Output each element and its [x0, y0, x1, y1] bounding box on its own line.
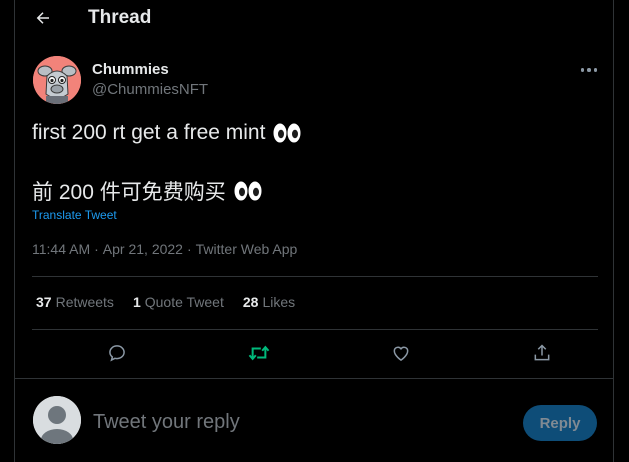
tweet-date[interactable]: Apr 21, 2022 — [103, 241, 183, 257]
page-title: Thread — [88, 7, 152, 28]
reply-input[interactable] — [93, 407, 513, 437]
more-dot — [587, 68, 591, 72]
tweet-text-line-2: 前 200 件可免费购买 — [32, 176, 262, 206]
back-arrow-icon — [36, 12, 49, 24]
share-icon — [534, 344, 550, 361]
user-avatar[interactable] — [33, 396, 81, 444]
separator: · — [186, 241, 192, 257]
chummies-avatar-art — [33, 56, 81, 104]
quote-tweets-stat[interactable]: 1 Quote Tweet — [133, 294, 224, 310]
default-avatar-icon — [33, 396, 81, 444]
likes-stat[interactable]: 28 Likes — [243, 294, 295, 310]
retweet-icon — [248, 345, 270, 361]
reply-submit-button[interactable]: Reply — [523, 405, 597, 441]
thread-column: Thread Chummies @ChummiesNFT first 200 r… — [14, 0, 614, 462]
separator: · — [94, 241, 99, 257]
more-options-button[interactable] — [577, 58, 601, 82]
back-button[interactable] — [31, 6, 55, 30]
divider — [32, 276, 598, 277]
translate-tweet-link[interactable]: Translate Tweet — [32, 208, 117, 222]
reply-button[interactable] — [106, 342, 128, 364]
share-button[interactable] — [531, 342, 553, 364]
likes-label: Likes — [262, 294, 296, 310]
tweet-actions — [32, 330, 598, 377]
reply-composer: Reply — [15, 378, 613, 462]
tweet-text-line-1: first 200 rt get a free mint — [32, 121, 301, 145]
tweet-text-en: first 200 rt get a free mint — [32, 121, 266, 144]
eyes-emoji — [234, 181, 262, 201]
more-dot — [593, 68, 598, 72]
tweet-stats: 37 Retweets 1 Quote Tweet 28 Likes — [36, 294, 295, 310]
tweet-timestamp: 11:44 AM · Apr 21, 2022 · Twitter Web Ap… — [32, 241, 297, 257]
author-handle[interactable]: @ChummiesNFT — [92, 81, 208, 98]
like-icon — [393, 346, 409, 361]
reply-icon — [109, 345, 125, 362]
retweets-stat[interactable]: 37 Retweets — [36, 294, 114, 310]
quote-tweets-count: 1 — [132, 294, 141, 310]
retweet-button[interactable] — [248, 342, 270, 364]
author-name[interactable]: Chummies — [92, 61, 169, 78]
tweet-text-zh: 前 200 件可免费购买 — [32, 181, 226, 204]
more-dot — [580, 68, 585, 72]
tweet-time[interactable]: 11:44 AM — [32, 241, 90, 257]
like-button[interactable] — [390, 342, 412, 364]
retweets-label: Retweets — [55, 294, 114, 310]
author-avatar[interactable] — [33, 56, 81, 104]
tweet-source[interactable]: Twitter Web App — [196, 241, 298, 257]
eyes-emoji — [273, 123, 301, 143]
thread-header: Thread — [15, 0, 613, 37]
likes-count: 28 — [242, 294, 259, 310]
retweets-count: 37 — [36, 294, 52, 310]
quote-tweets-label: Quote Tweet — [144, 294, 224, 310]
